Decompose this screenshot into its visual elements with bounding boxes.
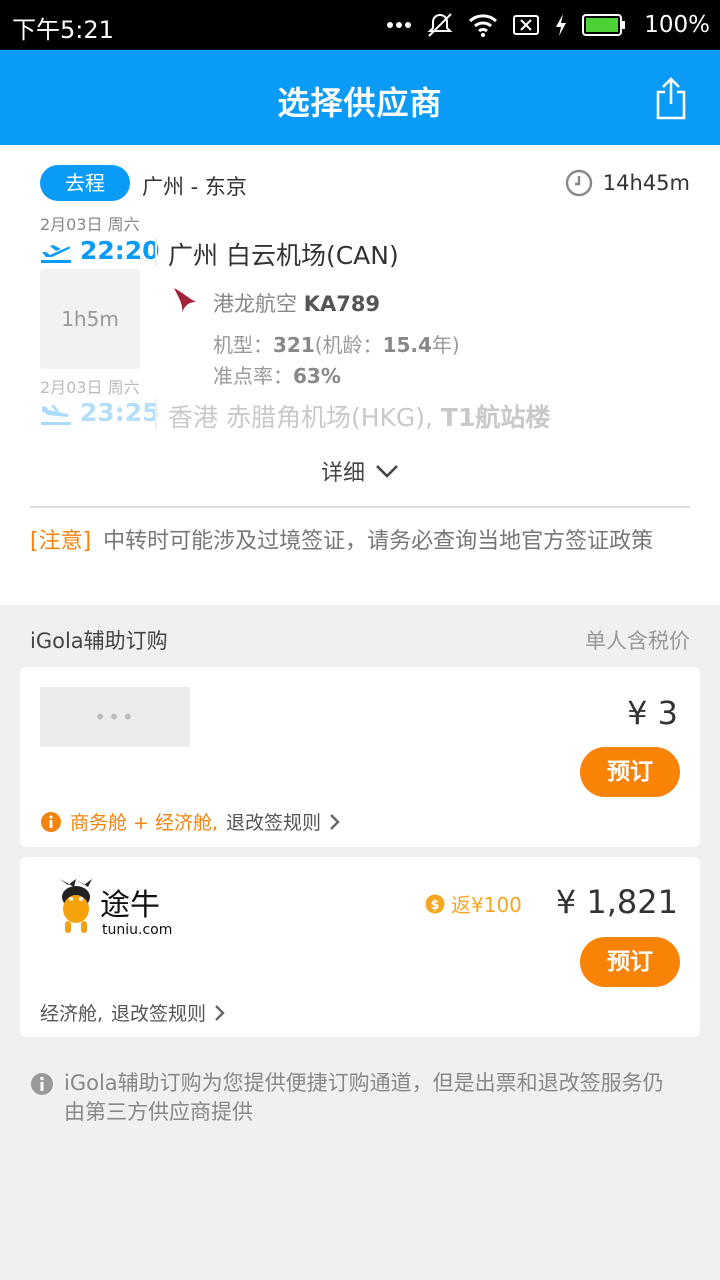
divider (30, 506, 690, 508)
flight-number: KA789 (303, 292, 381, 316)
tuniu-logo: 途牛 tuniu.com (60, 879, 172, 938)
refund-rules-link[interactable]: 商务舱 + 经济舱, 退改签规则 (40, 808, 341, 835)
cashback-text: 返¥100 (451, 893, 522, 917)
svg-text:$: $ (430, 898, 439, 913)
rules-label: 退改签规则 (226, 812, 322, 834)
visa-notice: [注意] 中转时可能涉及过境签证，请务必查询当地官方签证政策 (30, 528, 690, 556)
duration-text: 14h45m (602, 171, 690, 195)
clock-icon (565, 169, 592, 197)
battery-percent: 100% (644, 12, 710, 38)
book-button[interactable]: 预订 (580, 937, 680, 987)
svg-text:途牛: 途牛 (100, 888, 160, 923)
status-time: 下午5:21 (12, 16, 114, 44)
total-duration: 14h45m (565, 169, 690, 197)
arrival-time: 23:25 (80, 398, 160, 427)
refund-rules-link[interactable]: 经济舱, 退改签规则 (40, 999, 226, 1026)
page-title: 选择供应商 (277, 84, 443, 122)
cabin-class: 商务舱 + 经济舱, (70, 812, 219, 834)
offer-price: ¥ 1,821 (555, 883, 678, 921)
footer-note: iGola辅助订购为您提供便捷订购通道，但是出票和退改签服务仍由第三方供应商提供 (30, 1069, 680, 1127)
rules-label: 退改签规则 (111, 1003, 207, 1025)
supplier-logo-placeholder: ••• (40, 687, 190, 747)
route-label: 广州 - 东京 (142, 175, 247, 199)
details-label: 详细 (320, 461, 365, 486)
charging-icon (554, 13, 568, 37)
airline-info: 港龙航空 KA789 (213, 288, 380, 318)
status-bar: 下午5:21 100% (0, 0, 720, 50)
section-note: 单人含税价 (585, 629, 690, 653)
segment-duration: 1h5m (40, 269, 140, 369)
departure-date: 2月03日 周六 (40, 215, 140, 234)
notice-text: 中转时可能涉及过境签证，请务必查询当地官方签证政策 (103, 529, 654, 554)
arrival-date: 2月03日 周六 (40, 378, 140, 397)
landing-icon (41, 405, 71, 425)
departure-airport: 广州 白云机场(CAN) (168, 241, 399, 270)
chevron-down-icon (376, 465, 398, 478)
offer-card: ••• ¥ 3 预订 商务舱 + 经济舱, 退改签规则 (20, 667, 700, 847)
time-divider (155, 399, 157, 429)
cashback-badge: $ 返¥100 (425, 889, 522, 918)
section-title: iGola辅助订购 (30, 629, 168, 653)
offer-card: 途牛 tuniu.com $ 返¥100 ¥ 1,821 预订 经济舱, 退改签… (20, 857, 700, 1037)
ontime-rate: 准点率：63% (213, 364, 341, 388)
app-header: 选择供应商 (0, 50, 720, 145)
coin-icon: $ (425, 894, 445, 913)
flight-card: 去程 广州 - 东京 14h45m 2月03日 周六 22:20 广州 白云机场… (0, 145, 720, 605)
departure-time: 22:20 (80, 236, 160, 265)
share-button[interactable] (654, 76, 688, 120)
svg-text:tuniu.com: tuniu.com (102, 922, 172, 938)
mute-icon (426, 11, 454, 39)
aircraft-model: 机型：321(机龄：15.4年) (213, 333, 460, 357)
battery-icon (582, 14, 626, 36)
footer-note-text: iGola辅助订购为您提供便捷订购通道，但是出票和退改签服务仍由第三方供应商提供 (64, 1071, 664, 1124)
offer-price: ¥ 3 (627, 694, 678, 732)
info-icon (31, 1073, 53, 1095)
info-icon (41, 811, 61, 832)
direction-badge: 去程 (40, 165, 130, 201)
share-icon (656, 77, 686, 120)
airline-name: 港龙航空 (213, 292, 297, 316)
takeoff-icon (41, 245, 71, 263)
details-toggle[interactable]: 详细 (0, 455, 720, 487)
time-divider (155, 237, 157, 267)
cabin-class: 经济舱, (40, 1003, 104, 1025)
book-button[interactable]: 预订 (580, 747, 680, 797)
no-sim-icon (512, 14, 540, 36)
notice-tag: [注意] (30, 529, 92, 554)
more-dots-icon (386, 20, 412, 30)
wifi-icon (468, 13, 498, 37)
arrival-airport: 香港 赤腊角机场(HKG), T1航站楼 (168, 403, 551, 432)
airline-logo-icon (174, 288, 196, 312)
status-icons: 100% (386, 8, 710, 42)
chevron-right-icon (215, 1004, 225, 1021)
terminal: T1航站楼 (440, 403, 551, 432)
chevron-right-icon (330, 813, 340, 830)
